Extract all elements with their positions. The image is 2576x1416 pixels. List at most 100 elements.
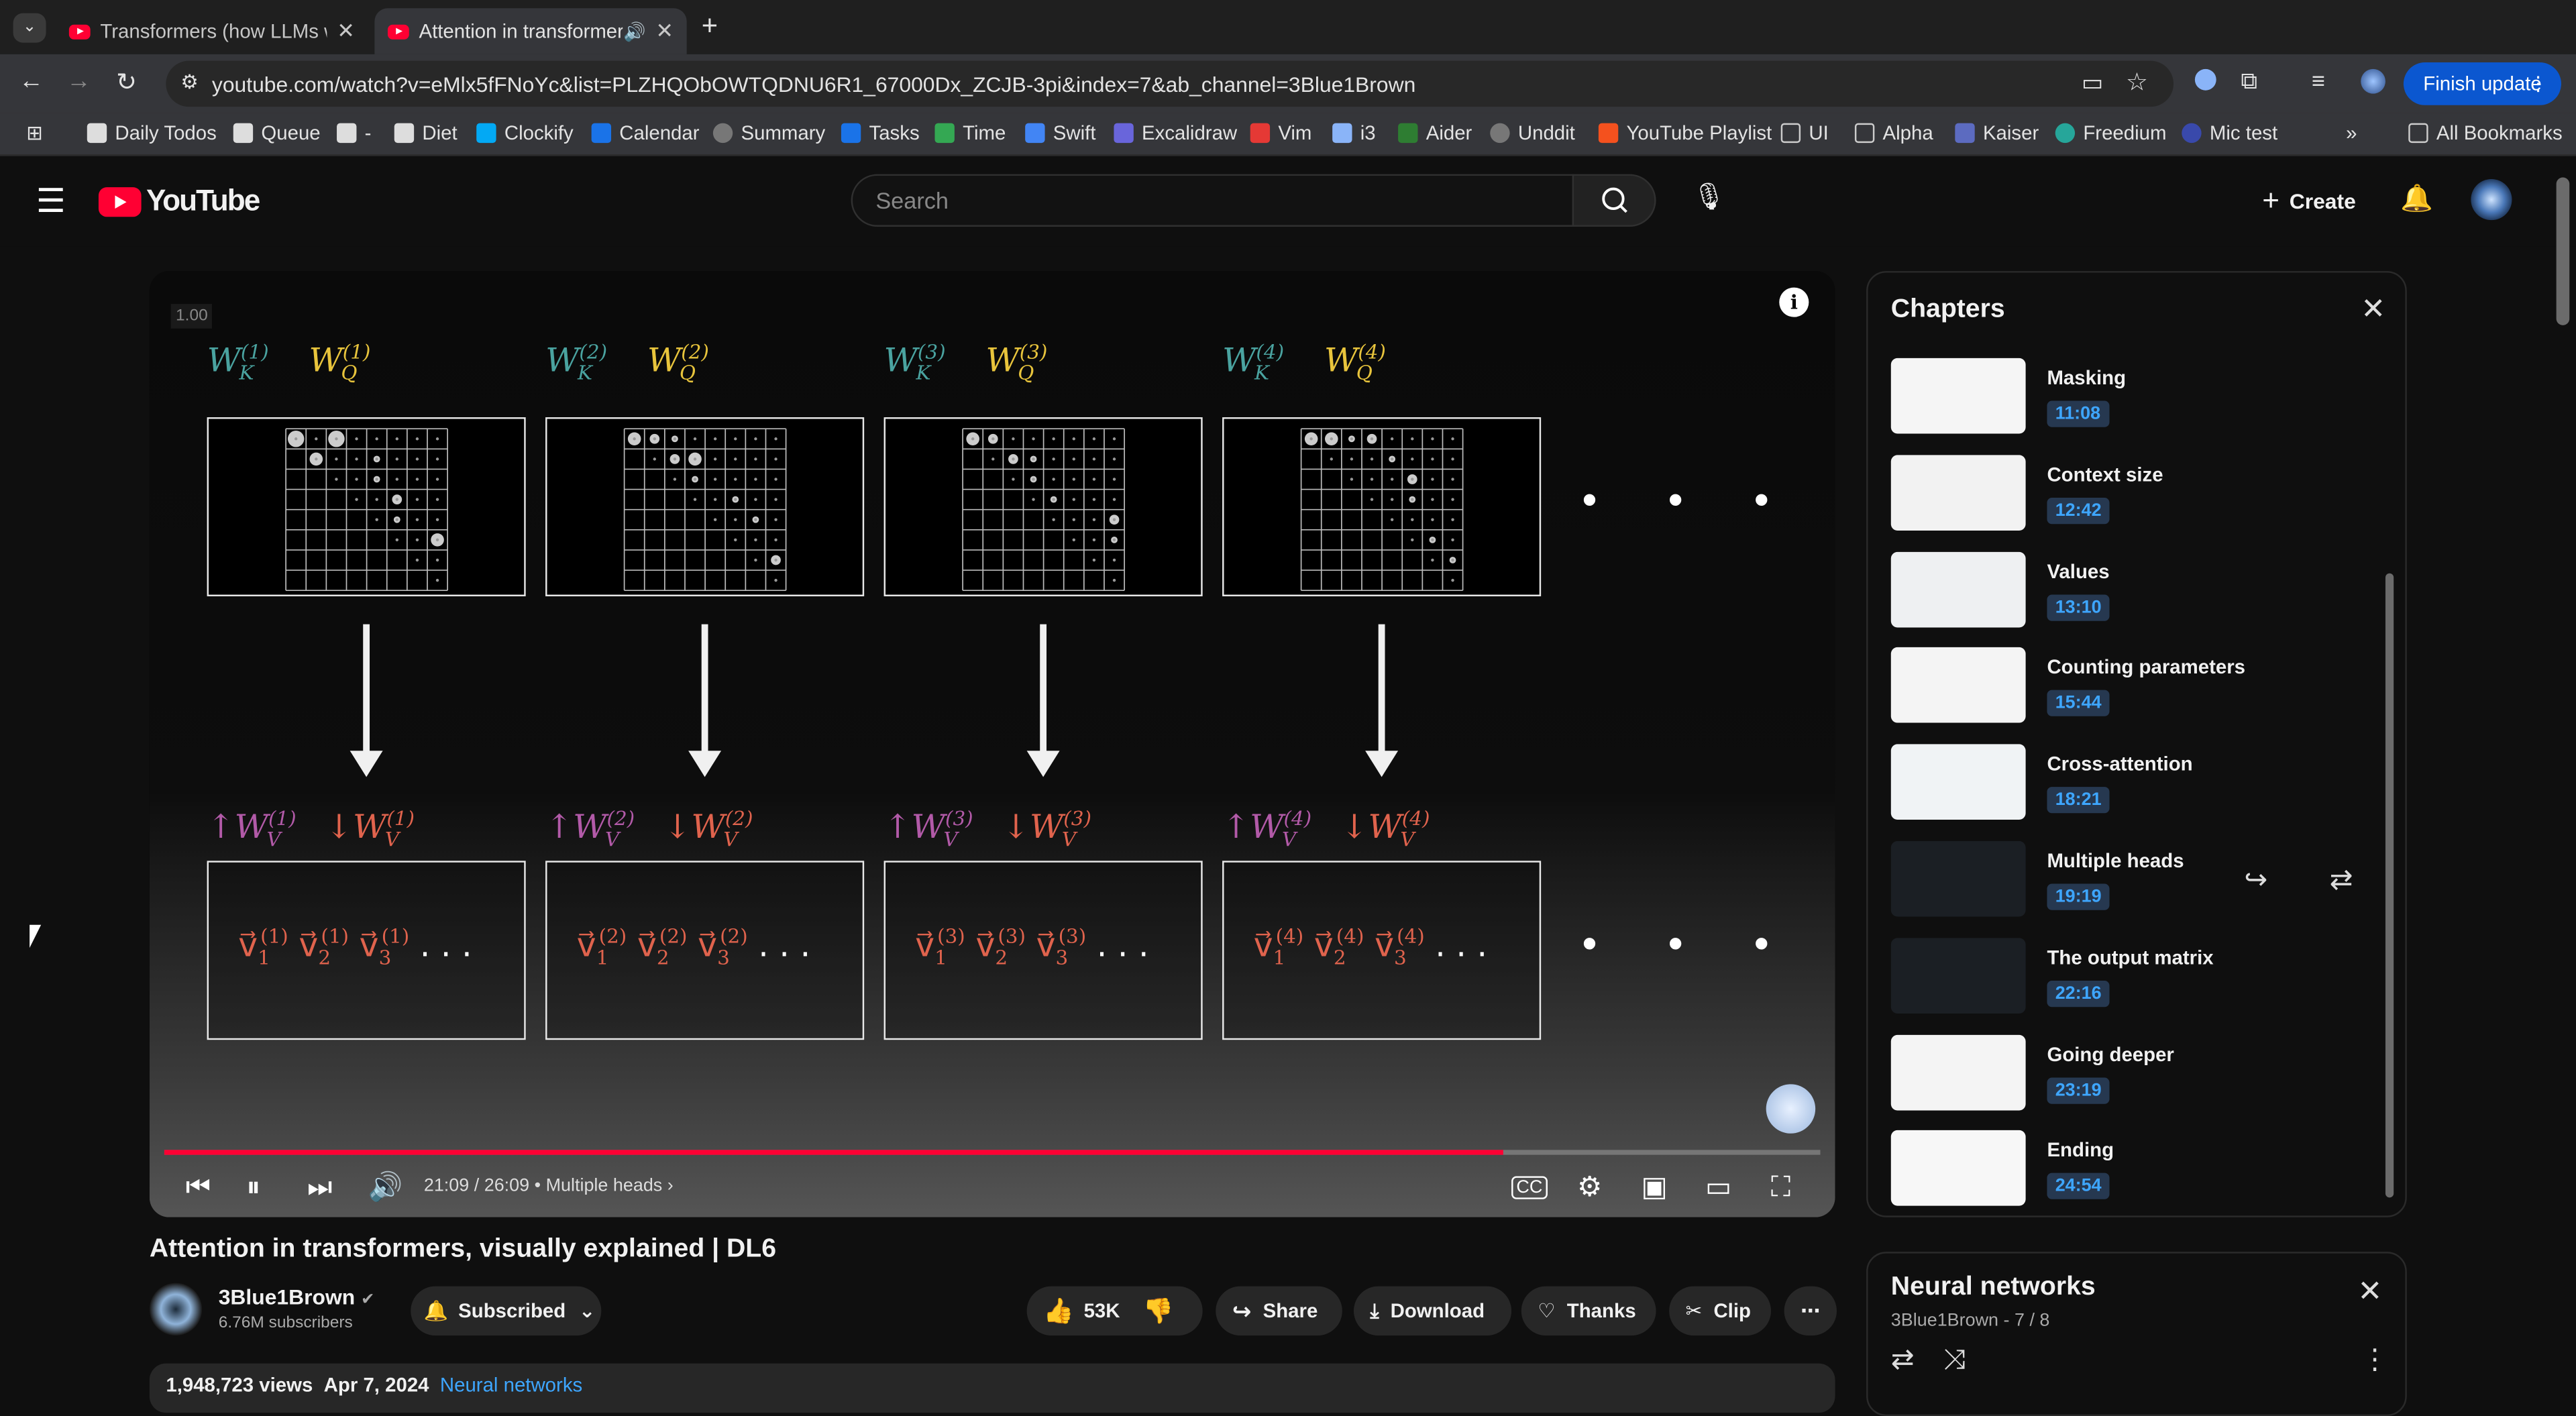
- playlist-title[interactable]: Neural networks: [1891, 1273, 2096, 1303]
- site-info-icon[interactable]: ⚙: [180, 70, 198, 93]
- channel-watermark[interactable]: [1766, 1084, 1816, 1134]
- thanks-button[interactable]: ♡ Thanks: [1521, 1286, 1656, 1336]
- back-icon[interactable]: ←: [15, 67, 48, 95]
- extensions-puzzle-icon[interactable]: ⧉: [2241, 67, 2257, 95]
- settings-gear-icon[interactable]: ⚙: [1577, 1171, 1602, 1204]
- all-bookmarks-button[interactable]: All Bookmarks: [2408, 121, 2563, 145]
- chapter-item[interactable]: Context size 12:42: [1890, 454, 2384, 543]
- bookmark-item[interactable]: Clockify: [476, 121, 574, 145]
- page-scrollbar[interactable]: [2556, 177, 2570, 325]
- bookmark-folder[interactable]: Alpha: [1854, 121, 1933, 145]
- voice-search-icon[interactable]: 🎙: [1692, 180, 1725, 213]
- bookmark-star-icon[interactable]: ☆: [2126, 67, 2148, 97]
- loop-icon[interactable]: ⇄: [2330, 864, 2353, 897]
- audio-playing-icon[interactable]: 🔊: [623, 21, 646, 42]
- like-button[interactable]: 👍 53K 👎: [1026, 1286, 1203, 1336]
- video-player[interactable]: 1.00 i W(1)K W(1)Q ↑W(1)V ↓W(1)V v⃗1(1) v⃗2(…: [149, 271, 1835, 1217]
- tab-attention[interactable]: Attention in transformer 🔊 ✕: [374, 8, 687, 54]
- loop-playlist-icon[interactable]: ⇄: [1891, 1344, 1915, 1376]
- chapters-scrollbar[interactable]: [2385, 573, 2394, 1198]
- close-tab-icon[interactable]: ✕: [337, 18, 355, 44]
- share-icon[interactable]: ↪: [2244, 864, 2267, 897]
- chapter-item[interactable]: Cross-attention 18:21: [1890, 744, 2384, 833]
- share-button[interactable]: ↪ Share: [1216, 1286, 1342, 1336]
- bookmark-item[interactable]: i3: [1332, 121, 1376, 145]
- bookmark-item[interactable]: Queue: [233, 121, 321, 145]
- bookmark-item[interactable]: Summary: [712, 121, 825, 145]
- chapter-timestamp[interactable]: 12:42: [2047, 497, 2110, 524]
- address-bar[interactable]: ⚙ youtube.com/watch?v=eMlx5fFNoYc&list=P…: [166, 60, 2174, 107]
- playlist-tag-link[interactable]: Neural networks: [440, 1373, 582, 1396]
- next-icon[interactable]: ⏭: [307, 1171, 333, 1204]
- menu-icon[interactable]: ☰: [36, 180, 66, 221]
- chapter-item[interactable]: Going deeper 23:19: [1890, 1034, 2384, 1123]
- chapter-timestamp[interactable]: 23:19: [2047, 1077, 2110, 1103]
- clip-button[interactable]: ✂ Clip: [1669, 1286, 1772, 1336]
- apps-grid-icon[interactable]: ⊞: [26, 121, 43, 144]
- subscribed-button[interactable]: 🔔 Subscribed ⌄: [411, 1286, 602, 1336]
- reload-icon[interactable]: ↻: [110, 67, 143, 97]
- bookmark-item[interactable]: Freedium: [2055, 121, 2166, 145]
- tab-search-button[interactable]: ⌄: [13, 13, 46, 43]
- bookmark-item[interactable]: Tasks: [841, 121, 920, 145]
- close-chapters-icon[interactable]: ✕: [2361, 292, 2385, 327]
- playlist-more-icon[interactable]: ⋮: [2361, 1344, 2389, 1376]
- bookmark-item[interactable]: Calendar: [591, 121, 700, 145]
- theater-mode-icon[interactable]: ▭: [1705, 1171, 1731, 1204]
- chapter-timestamp[interactable]: 18:21: [2047, 787, 2110, 814]
- fullscreen-icon[interactable]: ⛶: [1771, 1171, 1790, 1204]
- bookmark-item[interactable]: Swift: [1025, 121, 1096, 145]
- extension-icon[interactable]: [2194, 68, 2216, 91]
- current-chapter-label[interactable]: Multiple heads: [546, 1176, 663, 1195]
- chapter-timestamp[interactable]: 22:16: [2047, 980, 2110, 1007]
- bookmark-item[interactable]: Diet: [394, 121, 458, 145]
- notifications-bell-icon[interactable]: 🔔: [2400, 182, 2433, 215]
- create-button[interactable]: + Create: [2262, 184, 2356, 218]
- search-button[interactable]: [1572, 174, 1656, 227]
- bookmark-item[interactable]: Kaiser: [1955, 121, 2039, 145]
- shuffle-icon[interactable]: ⤨: [1943, 1344, 1966, 1376]
- bookmark-item[interactable]: Excalidraw: [1114, 121, 1237, 145]
- close-tab-icon[interactable]: ✕: [655, 18, 674, 44]
- chapter-item[interactable]: Masking 11:08: [1890, 358, 2384, 447]
- chapter-item[interactable]: Ending 24:54: [1890, 1130, 2384, 1215]
- pause-icon[interactable]: ⏸: [246, 1171, 260, 1204]
- info-icon[interactable]: i: [1779, 287, 1809, 317]
- download-button[interactable]: ⤓ Download: [1353, 1286, 1512, 1336]
- chapter-timestamp[interactable]: 15:44: [2047, 690, 2110, 717]
- bookmark-item[interactable]: Time: [934, 121, 1006, 145]
- profile-avatar-icon[interactable]: [2361, 68, 2385, 94]
- chapter-timestamp[interactable]: 11:08: [2047, 400, 2109, 427]
- bookmark-folder[interactable]: UI: [1780, 121, 1829, 145]
- more-actions-icon[interactable]: ⋯: [1784, 1286, 1837, 1336]
- volume-icon[interactable]: 🔊: [368, 1171, 403, 1204]
- new-tab-icon[interactable]: +: [702, 10, 718, 43]
- previous-icon[interactable]: ⏮: [186, 1171, 211, 1204]
- channel-name[interactable]: 3Blue1Brown ✔: [219, 1285, 375, 1309]
- finish-update-button[interactable]: Finish update ⋮: [2403, 62, 2561, 105]
- account-avatar[interactable]: [2471, 178, 2512, 221]
- chapter-item[interactable]: Values 13:10: [1890, 551, 2384, 640]
- bookmark-item[interactable]: -: [337, 121, 371, 145]
- bookmark-item[interactable]: Daily Todos: [87, 121, 217, 145]
- forward-icon[interactable]: →: [62, 67, 95, 95]
- chapter-timestamp[interactable]: 19:19: [2047, 883, 2110, 910]
- video-frame[interactable]: 1.00 i W(1)K W(1)Q ↑W(1)V ↓W(1)V v⃗1(1) v⃗2(…: [149, 271, 1835, 1217]
- bookmark-item[interactable]: YouTube Playlist: [1598, 121, 1772, 145]
- chapter-item[interactable]: Counting parameters 15:44: [1890, 647, 2384, 737]
- chapter-item[interactable]: Multiple heads 19:19: [1890, 840, 2384, 930]
- chapter-timestamp[interactable]: 24:54: [2047, 1173, 2110, 1200]
- thumbs-down-icon[interactable]: 👎: [1143, 1296, 1174, 1326]
- captions-icon[interactable]: CC: [1511, 1176, 1548, 1199]
- more-bookmarks-icon[interactable]: »: [2346, 121, 2357, 144]
- progress-bar[interactable]: [164, 1150, 1821, 1155]
- youtube-logo[interactable]: YouTube: [98, 184, 260, 218]
- install-app-icon[interactable]: ▭: [2082, 69, 2103, 97]
- tab-transformers[interactable]: Transformers (how LLMs w ✕: [56, 8, 368, 54]
- media-controls-icon[interactable]: ≡: [2312, 67, 2325, 93]
- bookmark-item[interactable]: Mic test: [2182, 121, 2277, 145]
- bookmark-item[interactable]: Aider: [1398, 121, 1472, 145]
- close-playlist-icon[interactable]: ✕: [2357, 1274, 2382, 1309]
- chapter-item[interactable]: The output matrix 22:16: [1890, 937, 2384, 1026]
- channel-avatar[interactable]: [149, 1283, 203, 1336]
